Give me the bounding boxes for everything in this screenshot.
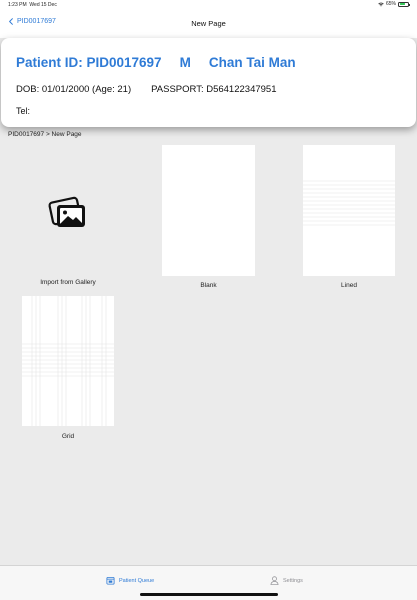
status-bar: 1:23 PM Wed 15 Dec 65%	[0, 0, 417, 10]
tab-patient-queue-label: Patient Queue	[119, 577, 155, 584]
import-from-gallery-label: Import from Gallery	[40, 279, 96, 286]
tab-settings[interactable]: Settings	[270, 576, 303, 585]
status-indicators: 65%	[378, 1, 410, 7]
tab-patient-queue[interactable]: Patient Queue	[106, 576, 154, 585]
status-clock: 1:23 PM	[8, 2, 27, 8]
blank-template-label: Blank	[200, 282, 217, 289]
battery-percent: 65%	[385, 1, 396, 7]
blank-page-thumbnail	[162, 145, 255, 276]
lined-page-thumbnail	[303, 145, 395, 276]
patient-info-card: Patient ID: PID0017697 M Chan Tai Man DOB:…	[1, 38, 416, 127]
calendar-icon	[106, 576, 115, 585]
patient-name: Chan Tai Man	[208, 55, 296, 70]
navigation-bar: PID0017697 New Page	[0, 10, 417, 38]
blank-template-tile[interactable]: Blank	[162, 145, 255, 292]
patient-tel: Tel:	[16, 106, 31, 116]
battery-icon	[398, 1, 410, 7]
grid-template-label: Grid	[61, 433, 75, 440]
patient-dob: DOB: 01/01/2000 (Age: 21)	[16, 84, 132, 95]
lined-template-label: Lined	[341, 282, 357, 289]
page-title: New Page	[191, 19, 226, 28]
import-from-gallery-tile[interactable]: Import from Gallery	[14, 145, 122, 292]
wifi-icon	[378, 2, 384, 6]
patient-id: Patient ID: PID0017697	[16, 55, 162, 70]
photo-gallery-icon	[48, 196, 85, 227]
breadcrumb: PID0017697 > New Page	[8, 131, 82, 138]
patient-sex: M	[179, 55, 191, 70]
person-icon	[270, 576, 279, 585]
battery-fill	[399, 3, 405, 5]
tab-settings-label: Settings	[283, 577, 303, 584]
patient-headline: Patient ID: PID0017697 M Chan Tai Man	[16, 55, 296, 70]
patient-passport: PASSPORT: D564122347951	[151, 84, 277, 95]
lined-template-tile[interactable]: Lined	[303, 145, 395, 292]
status-date: Wed 15 Dec	[29, 2, 57, 8]
grid-page-thumbnail	[22, 296, 114, 426]
patient-details-row: DOB: 01/01/2000 (Age: 21) PASSPORT: D5641…	[16, 84, 277, 95]
status-time: 1:23 PM Wed 15 Dec	[8, 2, 57, 8]
grid-template-tile[interactable]: Grid	[22, 296, 114, 443]
home-indicator	[140, 593, 278, 596]
